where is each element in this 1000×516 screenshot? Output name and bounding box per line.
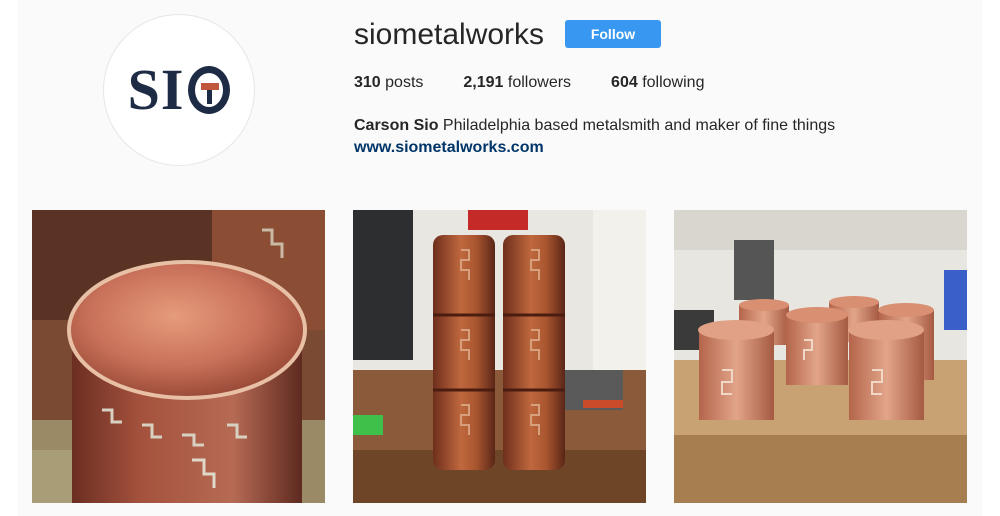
sio-logo: SI <box>128 61 231 119</box>
posts-count: 310 <box>354 74 381 91</box>
following-label: following <box>642 74 705 91</box>
post-thumbnail-1[interactable] <box>32 210 325 503</box>
follow-button[interactable]: Follow <box>565 20 661 48</box>
followers-stat[interactable]: 2,191 followers <box>463 74 571 92</box>
posts-label: posts <box>385 74 424 91</box>
profile-page: SI siometalworks Follow 310 posts 2,191 … <box>18 0 982 516</box>
post-thumbnail-2[interactable] <box>353 210 646 503</box>
followers-count: 2,191 <box>463 74 504 91</box>
profile-full-name: Carson Sio <box>354 117 439 134</box>
post-image-1 <box>32 210 325 503</box>
profile-username: siometalworks <box>354 18 545 51</box>
profile-stats: 310 posts 2,191 followers 604 following <box>354 74 744 92</box>
hammer-head <box>201 83 220 90</box>
post-thumbnail-3[interactable] <box>674 210 967 503</box>
logo-letters: SI <box>127 57 185 122</box>
profile-website-link[interactable]: www.siometalworks.com <box>354 139 544 157</box>
bio-text: Philadelphia based metalsmith and maker … <box>442 117 836 134</box>
profile-bio: Carson Sio Philadelphia based metalsmith… <box>354 116 835 136</box>
followers-label: followers <box>507 74 572 91</box>
post-image-3 <box>674 210 967 503</box>
profile-avatar[interactable]: SI <box>103 14 255 166</box>
hammer-handle <box>207 90 213 104</box>
post-image-2 <box>353 210 646 503</box>
following-count: 604 <box>611 74 638 91</box>
posts-stat: 310 posts <box>354 74 423 92</box>
following-stat[interactable]: 604 following <box>611 74 704 92</box>
logo-hammer-o-icon <box>188 66 231 114</box>
